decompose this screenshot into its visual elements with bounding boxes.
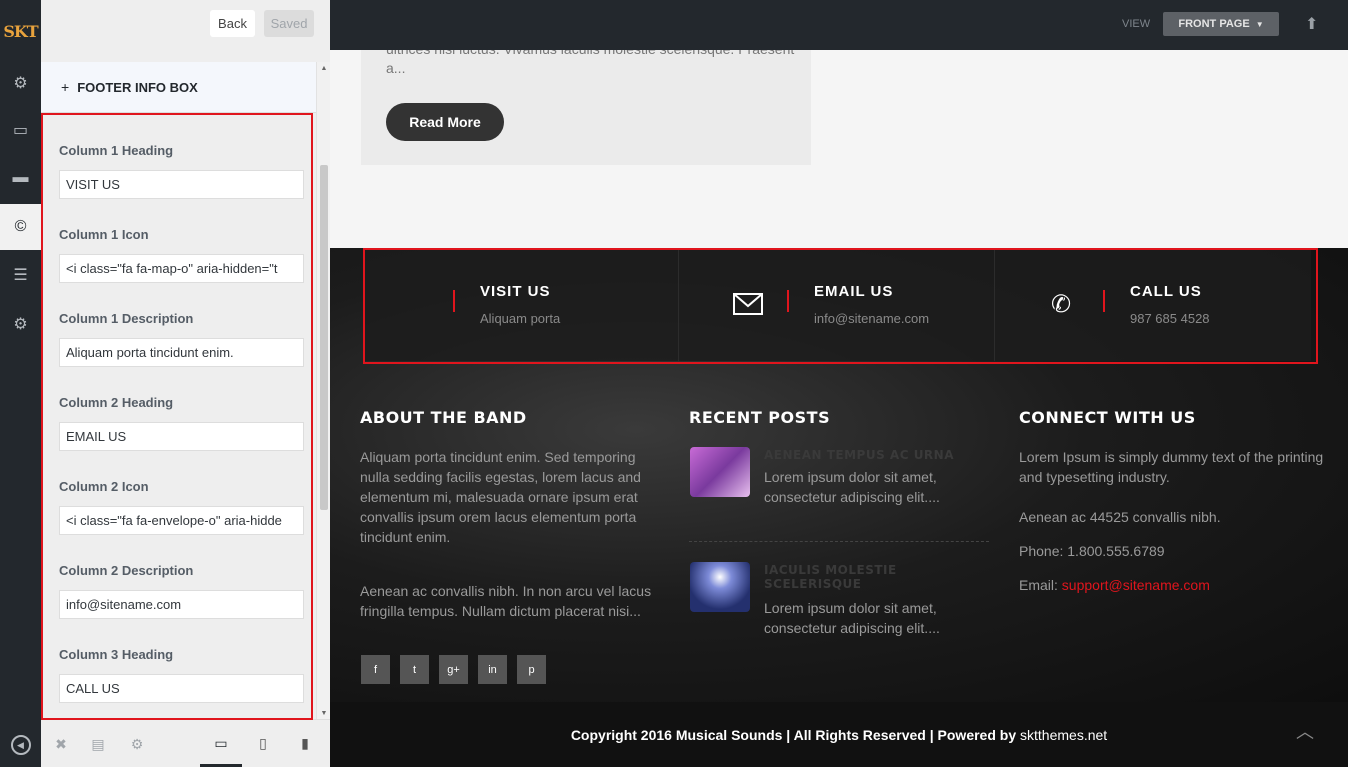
book-icon[interactable]: ▤ bbox=[88, 734, 108, 754]
arrow-up-icon[interactable]: ⬆ bbox=[1305, 14, 1318, 34]
customizer-panel: Back Saved + FOOTER INFO BOX Column 1 He… bbox=[41, 0, 330, 767]
info-column-email: EMAIL US info@sitename.com bbox=[679, 248, 995, 361]
field-label: Column 2 Heading bbox=[59, 395, 174, 410]
chevron-up-icon[interactable]: ︿ bbox=[1296, 718, 1314, 744]
panel-scrollbar[interactable]: ▲ ▼ bbox=[316, 62, 330, 719]
info-desc: 987 685 4528 bbox=[1130, 311, 1210, 326]
connect-address: Aenean ac 44525 convallis nibh. bbox=[1019, 509, 1221, 525]
divider bbox=[689, 541, 989, 542]
view-selected: FRONT PAGE bbox=[1178, 18, 1250, 30]
recent-posts-title: RECENT POSTS bbox=[689, 408, 831, 427]
about-text-2: Aenean ac convallis nibh. In non arcu ve… bbox=[360, 583, 652, 619]
recent-post-excerpt: Lorem ipsum dolor sit amet, consectetur … bbox=[764, 469, 940, 505]
post-thumbnail[interactable] bbox=[690, 447, 750, 497]
preview-toolbar: VIEW FRONT PAGE ▼ ⬆ bbox=[330, 0, 1348, 50]
close-icon[interactable]: ✖ bbox=[51, 734, 71, 754]
linkedin-icon[interactable]: in bbox=[478, 655, 507, 684]
info-heading: VISIT US bbox=[480, 283, 551, 300]
field-label: Column 1 Description bbox=[59, 311, 194, 326]
section-footer-info-box[interactable]: + FOOTER INFO BOX bbox=[41, 62, 316, 113]
section-title: FOOTER INFO BOX bbox=[77, 79, 198, 95]
red-separator bbox=[453, 290, 455, 312]
red-separator bbox=[787, 290, 789, 312]
scroll-thumb[interactable] bbox=[320, 165, 328, 510]
view-label: VIEW bbox=[1122, 18, 1151, 30]
field-label: Column 3 Heading bbox=[59, 647, 174, 662]
gear-icon[interactable]: ⚙ bbox=[0, 60, 41, 106]
site-preview: ultrices nisi luctus. Vivamus iaculis mo… bbox=[330, 0, 1348, 767]
plus-icon: + bbox=[61, 79, 70, 95]
icon-rail: SKT ⚙ ▭ ▬ © ☰ ⚙ ◀ bbox=[0, 0, 41, 767]
column1-heading-input[interactable]: VISIT US bbox=[59, 170, 304, 199]
skt-logo[interactable]: SKT bbox=[0, 0, 41, 62]
column2-heading-input[interactable]: EMAIL US bbox=[59, 422, 304, 451]
post-thumbnail[interactable] bbox=[690, 562, 750, 612]
column3-heading-input[interactable]: CALL US bbox=[59, 674, 304, 703]
recent-post-excerpt: Lorem ipsum dolor sit amet, consectetur … bbox=[764, 600, 940, 636]
field-label: Column 1 Heading bbox=[59, 143, 174, 158]
saved-button[interactable]: Saved bbox=[264, 10, 314, 37]
info-column-call: ✆ CALL US 987 685 4528 bbox=[995, 248, 1311, 361]
field-label: Column 2 Description bbox=[59, 563, 194, 578]
connect-intro: Lorem Ipsum is simply dummy text of the … bbox=[1019, 449, 1324, 485]
email-label: Email: bbox=[1019, 577, 1058, 593]
card-icon[interactable]: ▭ bbox=[0, 107, 41, 153]
gear-icon[interactable]: ⚙ bbox=[127, 734, 147, 754]
google-plus-icon[interactable]: g+ bbox=[439, 655, 468, 684]
column2-icon-input[interactable]: <i class="fa fa-envelope-o" aria-hidde bbox=[59, 506, 304, 535]
recent-post-title[interactable]: IACULIS MOLESTIE SCELERISQUE bbox=[764, 563, 984, 591]
copyright-icon[interactable]: © bbox=[0, 204, 41, 250]
red-separator bbox=[1103, 290, 1105, 312]
collapse-icon: ◀ bbox=[10, 735, 31, 755]
settings-icon[interactable]: ⚙ bbox=[0, 301, 41, 347]
chevron-down-icon: ▼ bbox=[1255, 19, 1264, 29]
mobile-preview-icon[interactable]: ▮ bbox=[295, 732, 315, 754]
monitor-icon[interactable]: ▬ bbox=[0, 155, 41, 201]
read-more-button[interactable]: Read More bbox=[386, 103, 504, 141]
copyright-text: Copyright 2016 Musical Sounds | All Righ… bbox=[330, 727, 1348, 743]
field-label: Column 2 Icon bbox=[59, 479, 149, 494]
column1-description-input[interactable]: Aliquam porta tincidunt enim. bbox=[59, 338, 304, 367]
collapse-button[interactable]: ◀ bbox=[0, 728, 41, 762]
powered-by-link[interactable]: sktthemes.net bbox=[1020, 727, 1107, 743]
recent-post-title[interactable]: AENEAN TEMPUS AC URNA bbox=[764, 448, 984, 462]
about-title: ABOUT THE BAND bbox=[360, 408, 527, 427]
scroll-up-icon[interactable]: ▲ bbox=[317, 62, 331, 74]
phone-icon: ✆ bbox=[1050, 290, 1072, 318]
info-heading: EMAIL US bbox=[814, 283, 894, 300]
desktop-preview-icon[interactable]: ▭ bbox=[211, 732, 231, 754]
info-column-visit: VISIT US Aliquam porta bbox=[363, 248, 679, 361]
field-label: Column 1 Icon bbox=[59, 227, 149, 242]
footer-info-box: VISIT US Aliquam porta EMAIL US info@sit… bbox=[363, 248, 1319, 363]
about-text-1: Aliquam porta tincidunt enim. Sed tempor… bbox=[360, 449, 641, 545]
column1-icon-input[interactable]: <i class="fa fa-map-o" aria-hidden="t bbox=[59, 254, 304, 283]
post-card: ultrices nisi luctus. Vivamus iaculis mo… bbox=[361, 30, 811, 165]
scroll-down-icon[interactable]: ▼ bbox=[317, 707, 331, 719]
panel-topbar: Back Saved bbox=[41, 0, 330, 62]
pinterest-icon[interactable]: p bbox=[517, 655, 546, 684]
fields-list: Column 1 Heading VISIT US Column 1 Icon … bbox=[41, 114, 316, 719]
envelope-icon bbox=[732, 288, 764, 320]
connect-email-row: Email: support@sitename.com bbox=[1019, 575, 1324, 595]
connect-phone: Phone: 1.800.555.6789 bbox=[1019, 543, 1165, 559]
view-select[interactable]: FRONT PAGE ▼ bbox=[1163, 12, 1279, 36]
column2-description-input[interactable]: info@sitename.com bbox=[59, 590, 304, 619]
copyright-bar: Copyright 2016 Musical Sounds | All Righ… bbox=[330, 702, 1348, 767]
copyright-label: Copyright 2016 Musical Sounds | All Righ… bbox=[570, 727, 1017, 743]
facebook-icon[interactable]: f bbox=[361, 655, 390, 684]
info-desc: Aliquam porta bbox=[480, 311, 561, 326]
connect-title: CONNECT WITH US bbox=[1019, 408, 1196, 427]
email-link[interactable]: support@sitename.com bbox=[1062, 577, 1210, 593]
info-desc: info@sitename.com bbox=[814, 311, 930, 326]
twitter-icon[interactable]: t bbox=[400, 655, 429, 684]
info-heading: CALL US bbox=[1130, 283, 1202, 300]
back-button[interactable]: Back bbox=[210, 10, 255, 37]
panel-footer: ✖ ▤ ⚙ ▭ ▯ ▮ bbox=[41, 719, 330, 767]
list-icon[interactable]: ☰ bbox=[0, 252, 41, 298]
tablet-preview-icon[interactable]: ▯ bbox=[253, 732, 273, 754]
